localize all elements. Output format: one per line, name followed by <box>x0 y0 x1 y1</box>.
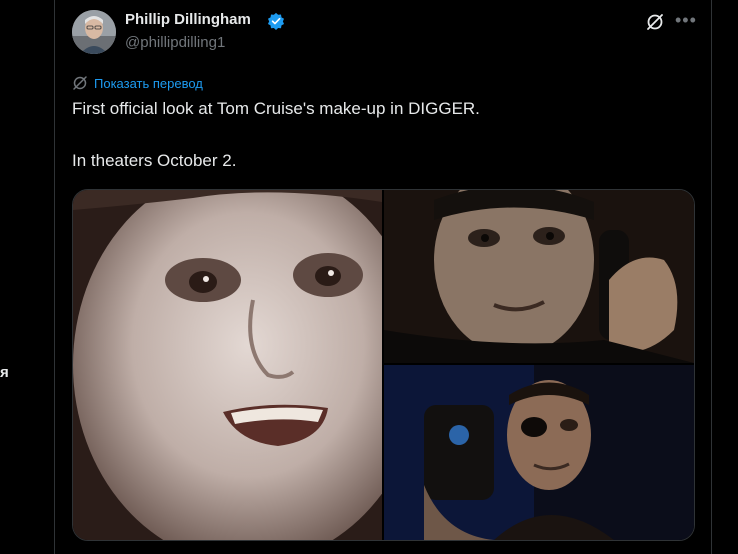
grok-icon[interactable] <box>645 12 665 32</box>
tweet-text-line: First official look at Tom Cruise's make… <box>72 99 480 118</box>
tweet-text: First official look at Tom Cruise's make… <box>72 96 692 174</box>
translate-link[interactable]: Показать перевод <box>72 74 203 92</box>
translate-label: Показать перевод <box>94 75 203 91</box>
man-with-eyepatch-photo[interactable] <box>384 365 694 540</box>
author-avatar[interactable] <box>72 10 116 54</box>
author-handle[interactable]: @phillipdilling1 <box>125 34 225 51</box>
tweet-text-line: In theaters October 2. <box>72 151 237 170</box>
more-icon[interactable]: ••• <box>675 11 697 32</box>
media-grid <box>72 189 695 541</box>
profile-photo-icon <box>72 10 116 54</box>
pale-face-closeup-photo[interactable] <box>73 190 382 540</box>
translate-icon <box>73 76 87 90</box>
pale-face-illustration <box>73 190 382 540</box>
verified-badge-icon <box>267 12 285 30</box>
man-on-phone-photo[interactable] <box>384 190 694 363</box>
author-name[interactable]: Phillip Dillingham <box>125 11 251 28</box>
man-with-eyepatch-illustration <box>384 365 694 540</box>
left-edge-text: я <box>0 364 9 381</box>
tweet-column: Phillip Dillingham @phillipdilling1 ••• … <box>54 0 712 554</box>
man-on-phone-illustration <box>384 190 694 363</box>
